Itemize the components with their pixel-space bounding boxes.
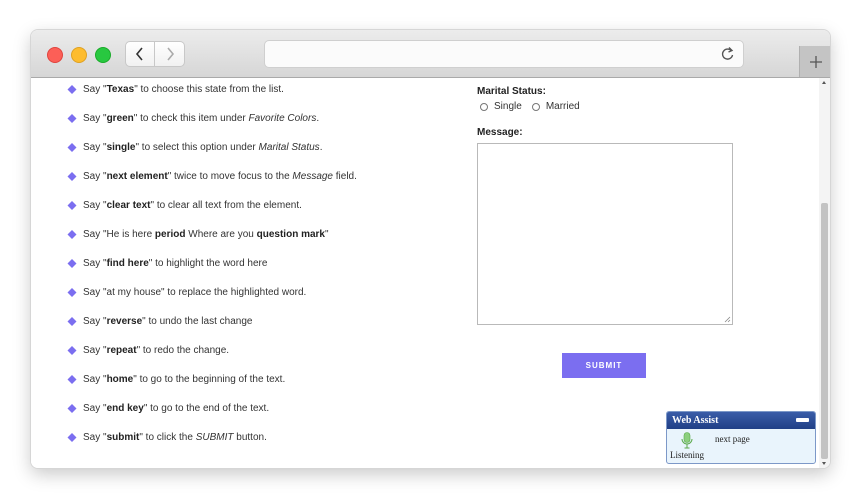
diamond-bullet-icon	[67, 375, 77, 384]
diamond-bullet-icon	[67, 346, 77, 355]
close-window-button[interactable]	[47, 47, 63, 63]
instruction-text: Say "reverse" to undo the last change	[83, 316, 253, 327]
instruction-list: Say "Texas" to choose this state from th…	[67, 84, 357, 461]
radio-single-label: Single	[494, 101, 522, 112]
zoom-window-button[interactable]	[95, 47, 111, 63]
instruction-text: Say "find here" to highlight the word he…	[83, 258, 268, 269]
diamond-bullet-icon	[67, 114, 77, 123]
instruction-item: Say "He is here period Where are you que…	[67, 229, 357, 258]
contact-form: Marital Status: Single Married Message:	[477, 86, 737, 325]
instruction-item: Say "end key" to go to the end of the te…	[67, 403, 357, 432]
address-bar[interactable]	[264, 40, 744, 68]
forward-button[interactable]	[155, 41, 185, 67]
resize-handle-icon[interactable]	[724, 316, 731, 323]
diamond-bullet-icon	[67, 259, 77, 268]
marital-status-options: Single Married	[480, 101, 737, 112]
diamond-bullet-icon	[67, 201, 77, 210]
message-textarea[interactable]	[477, 143, 733, 325]
instruction-text: Say "clear text" to clear all text from …	[83, 200, 302, 211]
microphone-icon[interactable]	[681, 432, 693, 449]
instruction-text: Say "home" to go to the beginning of the…	[83, 374, 286, 385]
instruction-item: Say "home" to go to the beginning of the…	[67, 374, 357, 403]
instruction-item: Say "Texas" to choose this state from th…	[67, 84, 357, 113]
instruction-item: Say "at my house" to replace the highlig…	[67, 287, 357, 316]
web-assist-panel: Web Assist Listening next page	[666, 411, 816, 464]
minimize-window-button[interactable]	[71, 47, 87, 63]
instruction-text: Say "submit" to click the SUBMIT button.	[83, 432, 267, 443]
instruction-item: Say "reverse" to undo the last change	[67, 316, 357, 345]
chevron-left-icon	[135, 47, 143, 61]
web-assist-title: Web Assist	[672, 415, 719, 426]
instruction-item: Say "green" to check this item under Fav…	[67, 113, 357, 142]
browser-toolbar	[31, 30, 830, 78]
instruction-text: Say "repeat" to redo the change.	[83, 345, 230, 356]
chevron-right-icon	[166, 47, 174, 61]
instruction-text: Say "green" to check this item under Fav…	[83, 113, 320, 124]
recognized-phrase: next page	[715, 434, 750, 444]
page-content: Say "Texas" to choose this state from th…	[31, 78, 830, 468]
instruction-item: Say "find here" to highlight the word he…	[67, 258, 357, 287]
instruction-item: Say "next element" twice to move focus t…	[67, 171, 357, 200]
diamond-bullet-icon	[67, 288, 77, 297]
browser-window: Say "Texas" to choose this state from th…	[31, 30, 830, 468]
radio-married-label: Married	[545, 101, 580, 112]
diamond-bullet-icon	[67, 85, 77, 94]
instruction-text: Say "He is here period Where are you que…	[83, 229, 329, 240]
instruction-item: Say "submit" to click the SUBMIT button.	[67, 432, 357, 461]
radio-married[interactable]	[531, 102, 540, 111]
scroll-down-arrow-icon[interactable]	[822, 462, 826, 465]
instruction-text: Say "end key" to go to the end of the te…	[83, 403, 270, 414]
plus-icon	[809, 55, 822, 68]
submit-button[interactable]: SUBMIT	[562, 353, 646, 378]
diamond-bullet-icon	[67, 317, 77, 326]
scrollbar-thumb[interactable]	[821, 203, 828, 459]
web-assist-body: Listening next page	[667, 429, 815, 463]
instruction-item: Say "clear text" to clear all text from …	[67, 200, 357, 229]
web-assist-header: Web Assist	[667, 412, 815, 429]
instruction-text: Say "Texas" to choose this state from th…	[83, 84, 284, 95]
new-tab-button[interactable]	[799, 46, 830, 77]
instruction-text: Say "single" to select this option under…	[83, 142, 323, 153]
marital-status-label: Marital Status:	[477, 86, 546, 97]
instruction-text: Say "next element" twice to move focus t…	[83, 171, 357, 182]
instruction-item: Say "repeat" to redo the change.	[67, 345, 357, 374]
message-label: Message:	[477, 127, 523, 138]
listening-status: Listening	[670, 450, 704, 460]
diamond-bullet-icon	[67, 433, 77, 442]
instruction-text: Say "at my house" to replace the highlig…	[83, 287, 307, 298]
diamond-bullet-icon	[67, 143, 77, 152]
diamond-bullet-icon	[67, 172, 77, 181]
back-button[interactable]	[125, 41, 155, 67]
instruction-item: Say "single" to select this option under…	[67, 142, 357, 171]
diamond-bullet-icon	[67, 404, 77, 413]
reload-icon[interactable]	[720, 46, 735, 62]
radio-single[interactable]	[480, 102, 488, 111]
scroll-up-arrow-icon[interactable]	[822, 81, 826, 84]
minimize-icon[interactable]	[796, 418, 809, 422]
diamond-bullet-icon	[67, 230, 77, 239]
